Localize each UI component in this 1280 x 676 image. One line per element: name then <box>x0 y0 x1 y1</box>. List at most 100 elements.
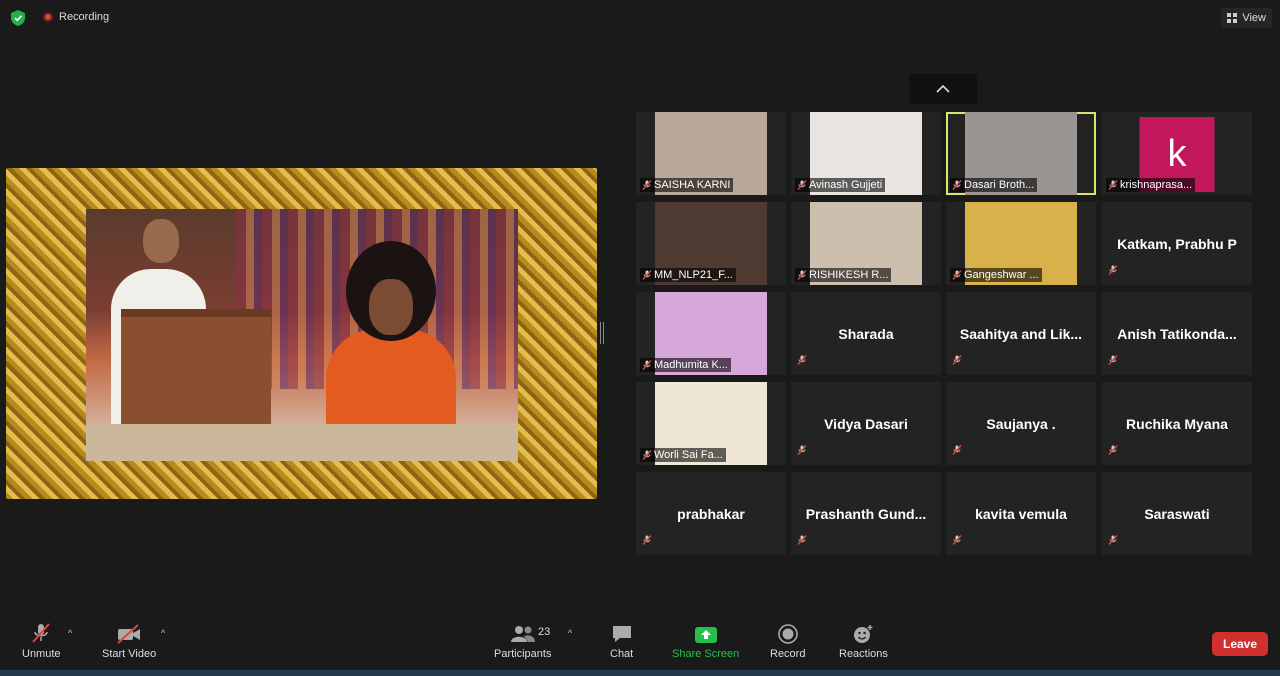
reactions-icon <box>854 625 873 643</box>
recording-label: Recording <box>59 11 110 23</box>
record-label: Record <box>770 648 806 660</box>
participant-name: Katkam, Prabhu P <box>1117 235 1237 252</box>
participants-options-caret[interactable]: ^ <box>568 628 572 638</box>
muted-indicator <box>642 532 652 550</box>
participant-tile[interactable]: Saujanya . <box>946 382 1096 465</box>
participant-tile[interactable]: Avinash Gujjeti <box>791 112 941 195</box>
participant-name: RISHIKESH R... <box>809 269 889 281</box>
participant-name: Ruchika Myana <box>1126 415 1228 432</box>
participant-name-display: Anish Tatikonda... <box>1102 292 1252 375</box>
muted-indicator <box>1108 532 1118 550</box>
chevron-up-icon <box>936 85 950 93</box>
participant-tile[interactable]: Saahitya and Lik... <box>946 292 1096 375</box>
muted-mic-icon <box>642 270 652 280</box>
participant-name-display: Vidya Dasari <box>791 382 941 465</box>
chat-icon <box>612 626 631 642</box>
muted-mic-icon <box>32 623 51 643</box>
participant-tile[interactable]: Ruchika Myana <box>1102 382 1252 465</box>
muted-mic-icon <box>642 180 652 190</box>
participant-tile[interactable]: Sharada <box>791 292 941 375</box>
muted-mic-icon <box>642 535 652 545</box>
muted-mic-icon <box>797 535 807 545</box>
video-options-caret[interactable]: ^ <box>161 628 165 638</box>
muted-indicator <box>1108 442 1118 460</box>
chat-button[interactable]: Chat <box>610 622 633 660</box>
muted-mic-icon <box>797 355 807 365</box>
audio-options-caret[interactable]: ^ <box>68 628 72 638</box>
splitter-handle[interactable] <box>600 322 604 344</box>
gallery-prev-page-button[interactable] <box>909 74 977 104</box>
taskbar-strip <box>0 670 1280 676</box>
muted-mic-icon <box>952 180 962 190</box>
participant-name-display: Sharada <box>791 292 941 375</box>
grid-view-icon <box>1227 13 1238 23</box>
participant-tile[interactable]: Worli Sai Fa... <box>636 382 786 465</box>
reactions-label: Reactions <box>839 648 888 660</box>
participant-tile[interactable]: Saraswati <box>1102 472 1252 555</box>
participant-tile[interactable]: RISHIKESH R... <box>791 202 941 285</box>
recording-indicator[interactable]: Recording <box>43 11 109 23</box>
top-bar: Recording View <box>0 0 1280 36</box>
start-video-button[interactable]: Start Video <box>102 622 156 660</box>
muted-mic-icon <box>797 445 807 455</box>
participant-tile[interactable]: Prashanth Gund... <box>791 472 941 555</box>
participant-name: krishnaprasa... <box>1120 179 1193 191</box>
participant-name-tag: Gangeshwar ... <box>950 268 1042 282</box>
share-screen-label: Share Screen <box>672 648 740 660</box>
meeting-toolbar: Unmute ^ Start Video ^ Participants 23 ^… <box>0 612 1280 670</box>
participants-icon <box>510 626 535 642</box>
muted-mic-icon <box>952 535 962 545</box>
participant-name: MM_NLP21_F... <box>654 269 733 281</box>
participant-tile[interactable]: MM_NLP21_F... <box>636 202 786 285</box>
participant-name: prabhakar <box>677 505 745 522</box>
muted-mic-icon <box>1108 180 1118 190</box>
participant-tile[interactable]: Dasari Broth... <box>946 112 1096 195</box>
participant-name: Avinash Gujjeti <box>809 179 883 191</box>
participant-name: Saraswati <box>1144 505 1210 522</box>
chat-label: Chat <box>610 648 634 660</box>
muted-mic-icon <box>952 270 962 280</box>
muted-mic-icon <box>1108 265 1118 275</box>
start-video-label: Start Video <box>102 648 157 660</box>
participant-tile[interactable]: k krishnaprasa... <box>1102 112 1252 195</box>
shared-screen <box>6 168 597 499</box>
reactions-button[interactable]: Reactions <box>839 622 888 660</box>
participant-name-tag: Dasari Broth... <box>950 178 1038 192</box>
muted-indicator <box>952 352 962 370</box>
participant-name-tag: RISHIKESH R... <box>795 268 892 282</box>
participant-name: Madhumita K... <box>654 359 728 371</box>
muted-indicator <box>952 532 962 550</box>
participant-tile[interactable]: SAISHA KARNI <box>636 112 786 195</box>
participant-name-tag: Worli Sai Fa... <box>640 448 726 462</box>
participant-tile[interactable]: Vidya Dasari <box>791 382 941 465</box>
muted-indicator <box>952 442 962 460</box>
muted-indicator <box>797 442 807 460</box>
participant-tile[interactable]: Madhumita K... <box>636 292 786 375</box>
participant-name: SAISHA KARNI <box>654 179 731 191</box>
muted-mic-icon <box>1108 445 1118 455</box>
participant-name-tag: Madhumita K... <box>640 358 731 372</box>
participant-tile[interactable]: Katkam, Prabhu P <box>1102 202 1252 285</box>
muted-mic-icon <box>642 450 652 460</box>
share-screen-button[interactable]: Share Screen <box>672 622 739 660</box>
participant-name: Saujanya . <box>986 415 1056 432</box>
participant-tile[interactable]: Gangeshwar ... <box>946 202 1096 285</box>
participant-name: Prashanth Gund... <box>805 505 927 522</box>
participant-tile[interactable]: Anish Tatikonda... <box>1102 292 1252 375</box>
leave-button[interactable]: Leave <box>1212 632 1268 656</box>
participant-name-display: Saahitya and Lik... <box>946 292 1096 375</box>
participant-tile[interactable]: kavita vemula <box>946 472 1096 555</box>
participant-name-tag: krishnaprasa... <box>1106 178 1196 192</box>
security-shield-icon[interactable] <box>11 10 25 26</box>
muted-indicator <box>1108 352 1118 370</box>
muted-indicator <box>797 532 807 550</box>
muted-mic-icon <box>952 445 962 455</box>
record-icon <box>777 624 798 644</box>
participant-tile[interactable]: prabhakar <box>636 472 786 555</box>
record-button[interactable]: Record <box>770 622 805 660</box>
participant-name-display: prabhakar <box>636 472 786 555</box>
view-button[interactable]: View <box>1221 8 1272 28</box>
participant-name-tag: Avinash Gujjeti <box>795 178 886 192</box>
unmute-button[interactable]: Unmute <box>22 622 61 660</box>
participant-name: Dasari Broth... <box>964 179 1035 191</box>
